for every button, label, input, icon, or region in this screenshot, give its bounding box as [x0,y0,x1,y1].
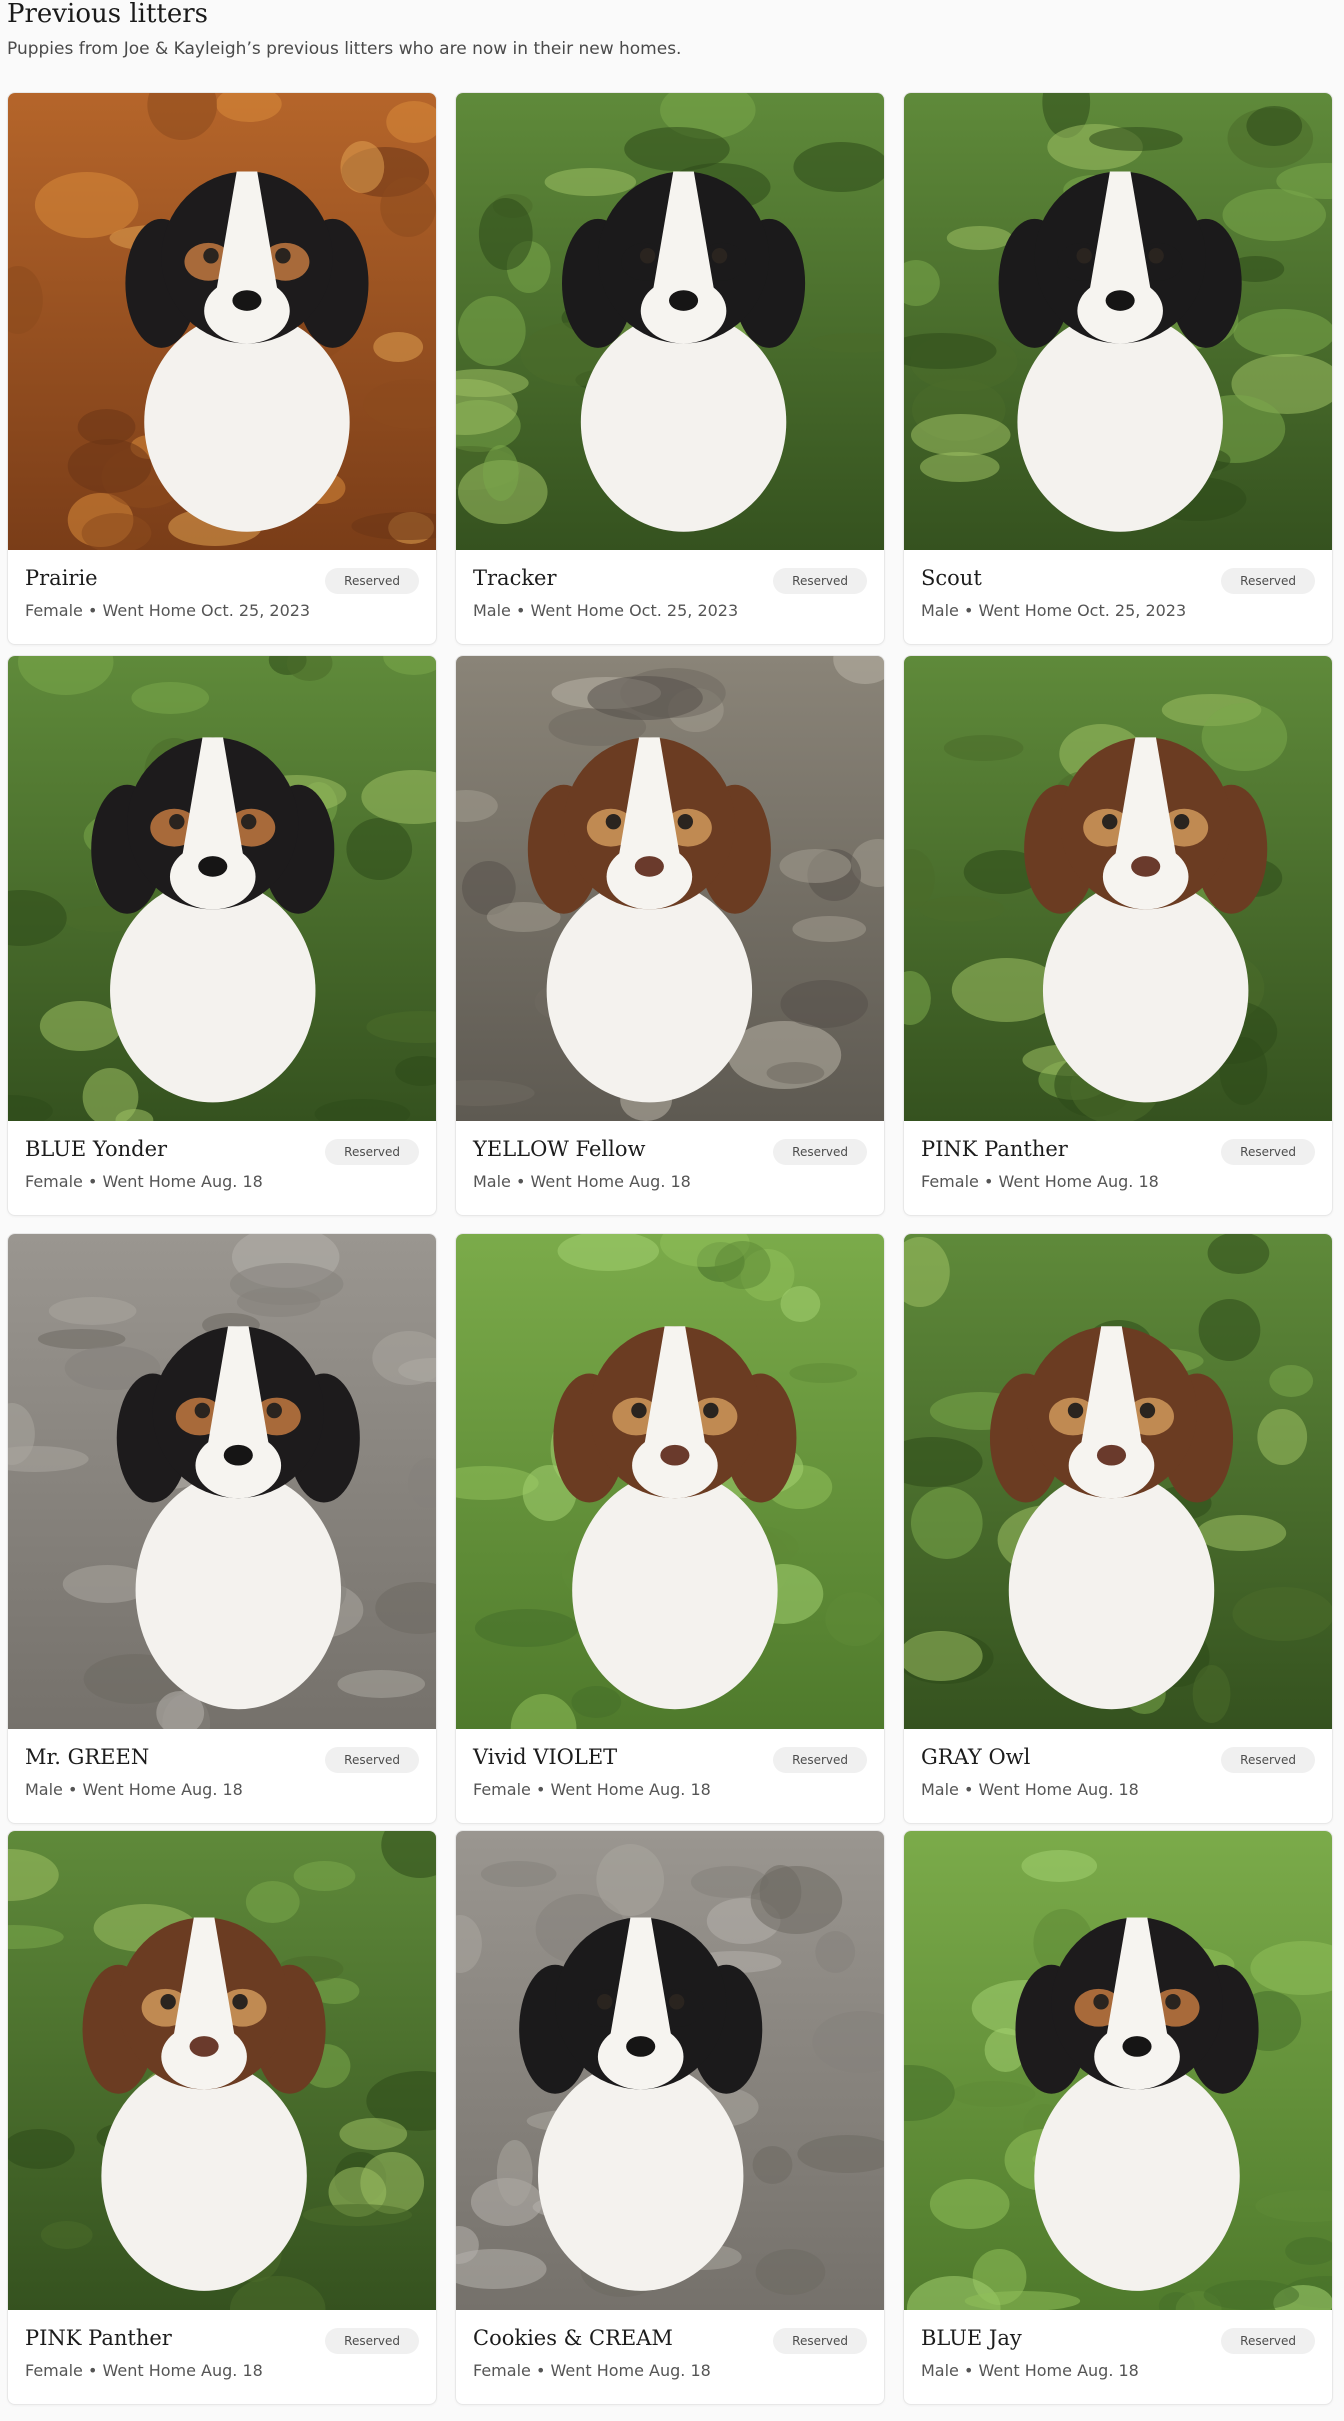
puppy-card[interactable]: BLUE Jay Reserved Male • Went Home Aug. 18 [903,1830,1333,2405]
status-badge: Reserved [1221,568,1315,594]
puppy-meta: Female • Went Home Aug. 18 [25,1172,263,1191]
puppy-photo[interactable] [8,1831,436,2310]
puppy-info: GRAY Owl Reserved Male • Went Home Aug. 18 [904,1727,1332,1823]
puppy-name: YELLOW Fellow [473,1137,646,1161]
status-badge: Reserved [325,568,419,594]
puppy-photo[interactable] [904,1234,1332,1729]
puppy-name: GRAY Owl [921,1745,1031,1769]
puppy-photo[interactable] [456,656,884,1121]
puppy-name: BLUE Yonder [25,1137,168,1161]
puppy-photo[interactable] [8,1234,436,1729]
puppy-photo[interactable] [456,1831,884,2310]
puppy-photo[interactable] [904,1831,1332,2310]
puppy-info: Tracker Reserved Male • Went Home Oct. 25,… [456,548,884,644]
puppy-meta: Male • Went Home Oct. 25, 2023 [473,601,739,620]
puppy-info: Mr. GREEN Reserved Male • Went Home Aug. 1… [8,1727,436,1823]
puppy-card[interactable]: Cookies & CREAM Reserved Female • Went Hom… [455,1830,885,2405]
puppy-photo[interactable] [904,656,1332,1121]
puppy-photo[interactable] [904,93,1332,550]
status-badge: Reserved [325,2328,419,2354]
puppy-meta: Female • Went Home Aug. 18 [473,1780,711,1799]
status-badge: Reserved [773,2328,867,2354]
puppy-photo[interactable] [456,1234,884,1729]
puppy-meta: Female • Went Home Aug. 18 [473,2361,711,2380]
puppy-info: Scout Reserved Male • Went Home Oct. 25, 2… [904,548,1332,644]
section-title: Previous litters [7,0,209,29]
puppy-card[interactable]: Scout Reserved Male • Went Home Oct. 25, 2… [903,92,1333,645]
puppy-photo[interactable] [8,656,436,1121]
puppy-photo[interactable] [8,93,436,550]
section-subtitle: Puppies from Joe & Kayleigh’s previous l… [7,39,682,59]
puppy-info: Cookies & CREAM Reserved Female • Went Hom… [456,2308,884,2404]
section-header: Previous litters Puppies from Joe & Kayl… [7,0,1327,60]
puppy-name: Cookies & CREAM [473,2326,673,2350]
puppy-info: BLUE Jay Reserved Male • Went Home Aug. 18 [904,2308,1332,2404]
puppy-info: PINK Panther Reserved Female • Went Home A… [904,1119,1332,1215]
puppy-card[interactable]: BLUE Yonder Reserved Female • Went Home Au… [7,655,437,1216]
status-badge: Reserved [773,568,867,594]
status-badge: Reserved [773,1747,867,1773]
puppy-name: Scout [921,566,982,590]
puppy-info: PINK Panther Reserved Female • Went Home A… [8,2308,436,2404]
puppy-photo[interactable] [456,93,884,550]
puppy-meta: Female • Went Home Aug. 18 [921,1172,1159,1191]
puppy-name: PINK Panther [25,2326,172,2350]
puppy-meta: Male • Went Home Oct. 25, 2023 [921,601,1187,620]
puppy-card[interactable]: Prairie Reserved Female • Went Home Oct. 2… [7,92,437,645]
puppy-name: Prairie [25,566,98,590]
puppy-meta: Male • Went Home Aug. 18 [25,1780,243,1799]
puppy-card[interactable]: PINK Panther Reserved Female • Went Home A… [903,655,1333,1216]
puppy-meta: Female • Went Home Aug. 18 [25,2361,263,2380]
puppy-meta: Male • Went Home Aug. 18 [921,1780,1139,1799]
status-badge: Reserved [1221,2328,1315,2354]
puppy-card[interactable]: Vivid VIOLET Reserved Female • Went Home A… [455,1233,885,1824]
puppy-card[interactable]: GRAY Owl Reserved Male • Went Home Aug. 18 [903,1233,1333,1824]
puppy-info: Prairie Reserved Female • Went Home Oct. 2… [8,548,436,644]
puppy-meta: Female • Went Home Oct. 25, 2023 [25,601,311,620]
puppy-name: PINK Panther [921,1137,1068,1161]
puppy-name: Vivid VIOLET [473,1745,618,1769]
status-badge: Reserved [1221,1747,1315,1773]
puppy-info: YELLOW Fellow Reserved Male • Went Home Au… [456,1119,884,1215]
status-badge: Reserved [325,1139,419,1165]
status-badge: Reserved [325,1747,419,1773]
status-badge: Reserved [1221,1139,1315,1165]
puppy-card[interactable]: YELLOW Fellow Reserved Male • Went Home Au… [455,655,885,1216]
puppy-card[interactable]: PINK Panther Reserved Female • Went Home A… [7,1830,437,2405]
puppy-info: BLUE Yonder Reserved Female • Went Home Au… [8,1119,436,1215]
puppy-card[interactable]: Mr. GREEN Reserved Male • Went Home Aug. 1… [7,1233,437,1824]
puppy-info: Vivid VIOLET Reserved Female • Went Home A… [456,1727,884,1823]
puppy-card[interactable]: Tracker Reserved Male • Went Home Oct. 25,… [455,92,885,645]
puppy-name: Tracker [473,566,557,590]
status-badge: Reserved [773,1139,867,1165]
puppy-meta: Male • Went Home Aug. 18 [921,2361,1139,2380]
puppy-name: Mr. GREEN [25,1745,150,1769]
puppy-name: BLUE Jay [921,2326,1022,2350]
puppy-meta: Male • Went Home Aug. 18 [473,1172,691,1191]
